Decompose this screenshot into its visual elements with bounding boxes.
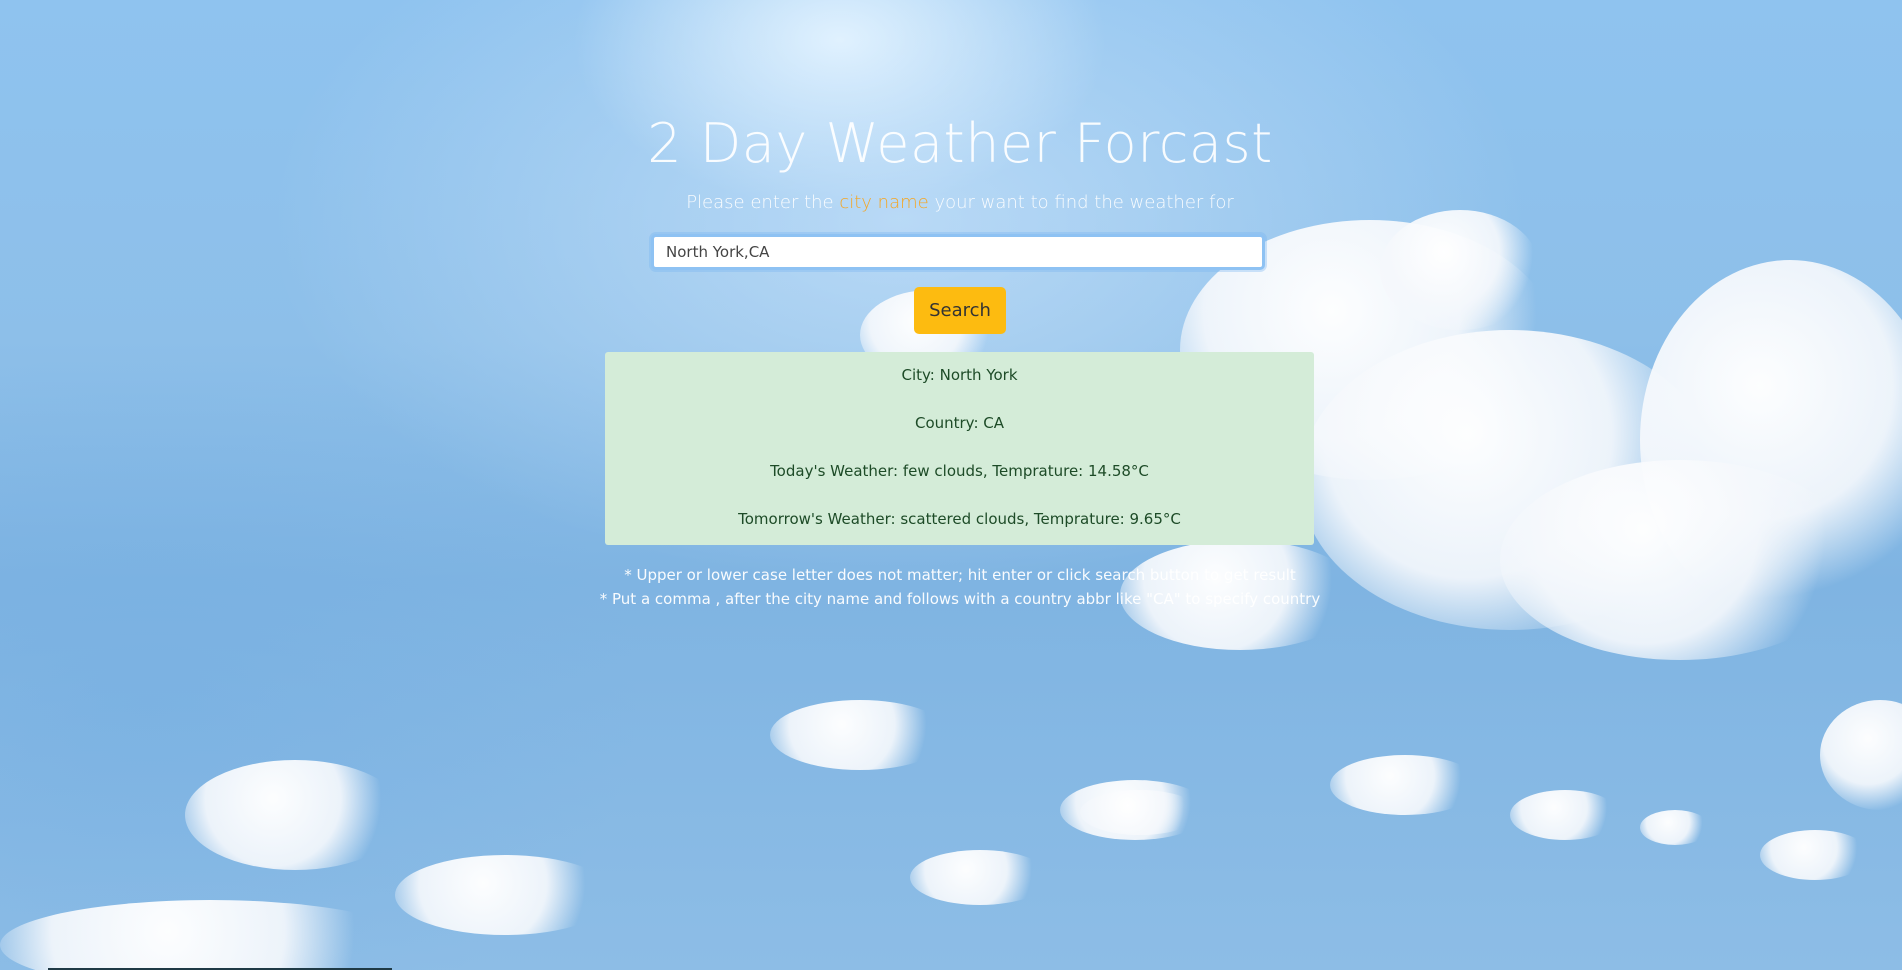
- result-country: Country: CA: [914, 414, 1005, 432]
- result-today-weather: Today's Weather: few clouds, Temprature:…: [770, 462, 1149, 480]
- cloud: [1330, 755, 1480, 815]
- page-subtitle: Please enter the city name your want to …: [0, 192, 1902, 213]
- cloud: [1510, 790, 1620, 840]
- subtitle-text-end: your want to find the weather for: [928, 192, 1234, 213]
- cloud: [910, 850, 1050, 905]
- result-city: City: North York: [901, 366, 1018, 384]
- city-search-input[interactable]: [651, 234, 1265, 270]
- cloud: [395, 855, 615, 935]
- cloud: [1080, 790, 1200, 835]
- cloud: [185, 760, 405, 870]
- page-title: 2 Day Weather Forcast: [647, 112, 1273, 175]
- search-button[interactable]: Search: [914, 287, 1006, 334]
- weather-result-box: City: North York Country: CA Today's Wea…: [605, 352, 1314, 545]
- cloud: [1640, 810, 1710, 845]
- note-country-abbr: * Put a comma , after the city name and …: [599, 590, 1321, 608]
- usage-notes: * Upper or lower case letter does not ma…: [560, 563, 1360, 611]
- note-case-insensitive: * Upper or lower case letter does not ma…: [624, 566, 1296, 584]
- cloud: [770, 700, 950, 770]
- subtitle-text: Please enter the: [686, 192, 840, 213]
- subtitle-highlight: city name: [839, 192, 929, 213]
- cloud: [1500, 460, 1860, 660]
- cloud: [1380, 210, 1540, 330]
- cloud: [1760, 830, 1870, 880]
- sky-background: 2 Day Weather Forcast Please enter the c…: [0, 0, 1902, 970]
- result-tomorrow-weather: Tomorrow's Weather: scattered clouds, Te…: [738, 510, 1181, 528]
